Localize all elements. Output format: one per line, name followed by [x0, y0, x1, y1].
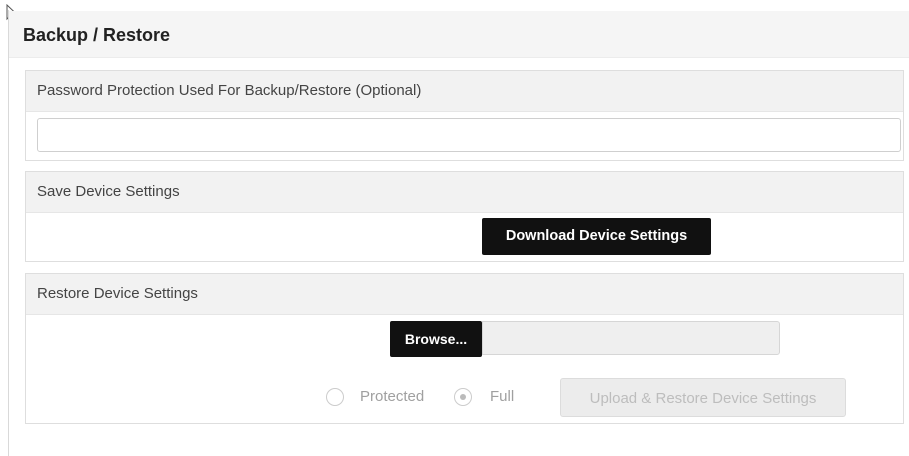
radio-protected-label: Protected [360, 388, 425, 405]
radio-full-label: Full [490, 388, 515, 405]
password-panel: Password Protection Used For Backup/Rest… [25, 70, 904, 161]
save-settings-label: Save Device Settings [26, 172, 903, 213]
left-border [8, 10, 9, 456]
save-settings-panel: Save Device Settings Download Device Set… [25, 171, 904, 262]
radio-selected-dot [460, 394, 466, 400]
page-title: Backup / Restore [23, 25, 171, 45]
upload-restore-button[interactable]: Upload & Restore Device Settings [560, 378, 846, 417]
browse-button[interactable]: Browse... [390, 321, 482, 357]
password-input[interactable] [37, 118, 901, 152]
radio-full[interactable] [454, 388, 472, 406]
password-label: Password Protection Used For Backup/Rest… [26, 71, 903, 112]
download-device-settings-button[interactable]: Download Device Settings [482, 218, 711, 255]
page-header: Backup / Restore [9, 11, 909, 58]
file-path-field[interactable] [482, 321, 780, 355]
restore-settings-panel: Restore Device Settings Browse... Protec… [25, 273, 904, 424]
radio-protected[interactable] [326, 388, 344, 406]
restore-settings-label: Restore Device Settings [26, 274, 903, 315]
